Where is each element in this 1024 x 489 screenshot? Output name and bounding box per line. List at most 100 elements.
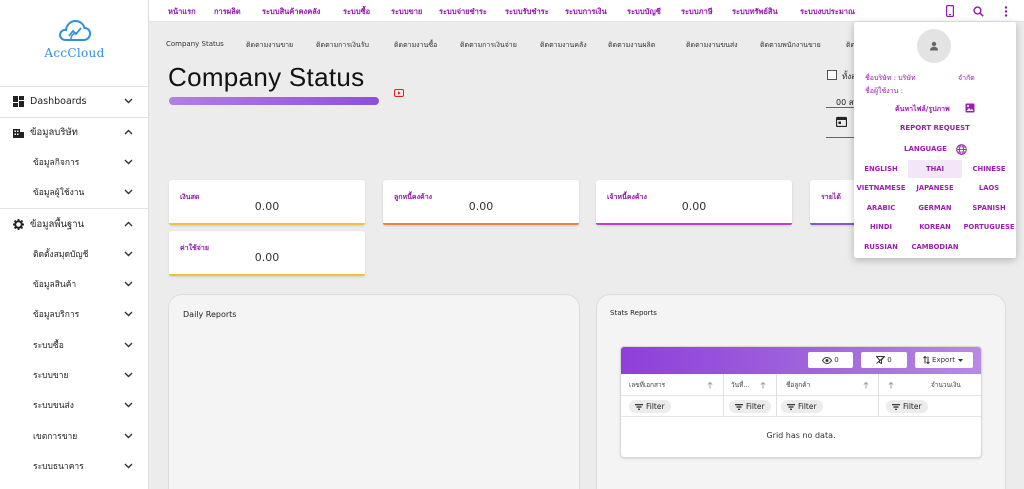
sort-arrow-icon[interactable] [888,382,894,389]
sidebar-item-business-info[interactable]: ข้อมูลกิจการ [0,147,149,177]
nav-tax[interactable]: ระบบภาษี [681,6,713,18]
column-header-amount[interactable]: จำนวนเงิน [931,374,961,396]
kpi-value: 0.00 [254,251,280,264]
avatar[interactable] [917,29,951,63]
chevron-down-icon [123,370,133,380]
sort-arrow-icon[interactable] [760,382,766,389]
tab-track-shipping[interactable]: ติดตามงานขนส่ง [686,40,738,51]
chevron-down-icon [123,461,133,471]
column-header-date[interactable]: วันที่... [731,374,750,396]
language-spanish[interactable]: SPANISH [962,199,1016,217]
language-english[interactable]: ENGLISH [854,160,908,178]
nav-finance[interactable]: ระบบการเงิน [565,6,607,18]
report-request-link[interactable]: REPORT REQUEST [900,124,970,132]
nav-sales[interactable]: ระบบขาย [391,6,422,18]
sort-icon [923,356,930,364]
logo-text: AccCloud [44,46,105,60]
chevron-down-icon [123,187,133,197]
language-portuguese[interactable]: PORTUGUESE [962,218,1016,236]
chevron-down-icon [123,431,133,441]
nav-production[interactable]: การผลิต [214,6,241,18]
filter-label: Filter [746,402,765,411]
sidebar-item-services[interactable]: ข้อมูลบริการ [0,299,149,329]
search-icon[interactable] [971,4,985,18]
language-thai[interactable]: THAI [908,160,962,178]
nav-assets[interactable]: ระบบทรัพย์สิน [732,6,778,18]
sidebar-item-products[interactable]: ข้อมูลสินค้า [0,269,149,299]
sidebar-item-user-info[interactable]: ข้อมูลผู้ใช้งาน [0,177,149,207]
sidebar-item-shipping[interactable]: ระบบขนส่ง [0,390,149,420]
grid-empty-message: Grid has no data. [766,431,836,440]
panel-title: Stats Reports [610,309,657,317]
kpi-card-payables: เจ้าหนี้คงค้าง 0.00 [596,180,792,225]
all-checkbox[interactable] [827,70,837,80]
language-korean[interactable]: KOREAN [908,218,962,236]
export-button[interactable]: Export [915,352,973,368]
sort-arrow-icon[interactable] [707,382,713,389]
company-name: ชื่อบริษัท : บริษัท [865,74,916,82]
nav-purchase[interactable]: ระบบซื้อ [343,6,370,18]
nav-receipt[interactable]: ระบบรับชำระ [505,6,549,18]
kpi-accent-bar [169,274,365,276]
nav-budget[interactable]: ระบบงบประมาณ [800,6,855,18]
visible-columns-button[interactable]: 0 [808,352,853,368]
chevron-up-icon [123,127,133,137]
sort-arrow-icon[interactable] [863,382,869,389]
language-german[interactable]: GERMAN [908,199,962,217]
tab-track-salesperson[interactable]: ติดตามพนักงานขาย [760,40,821,51]
language-arabic[interactable]: ARABIC [854,199,908,217]
chevron-up-icon [123,219,133,229]
page-title: Company Status [168,62,365,92]
filters-button[interactable]: 0 [861,352,907,368]
calendar-icon[interactable] [836,116,847,127]
language-laos[interactable]: LAOS [962,179,1016,197]
tab-track-production[interactable]: ติดตามงานผลิต [608,40,655,51]
sidebar-item-dashboards[interactable]: Dashboards [0,86,149,116]
logo[interactable]: AccCloud [0,0,149,80]
language-cambodian[interactable]: CAMBODIAN [908,238,962,256]
column-header-doc-no[interactable]: เลขที่เอกสาร [629,374,665,396]
sidebar-item-master-data[interactable]: ข้อมูลพื้นฐาน [0,209,149,239]
chevron-down-icon [123,309,133,319]
period-underline [826,107,856,108]
search-profile-link[interactable]: ค้นหาไฟล์/รูปภาพ [895,104,950,115]
language-hindi[interactable]: HINDI [854,218,908,236]
tab-track-payments[interactable]: ติดตามการเงินจ่าย [460,40,517,51]
sidebar-item-bank[interactable]: ระบบธนาคาร [0,451,149,481]
tab-track-sales[interactable]: ติดตามงานขาย [246,40,293,51]
sidebar-item-label: เขตการขาย [33,432,78,442]
tab-track-warehouse[interactable]: ติดตามงานคลัง [540,40,587,51]
sidebar-item-sales-area[interactable]: เขตการขาย [0,421,149,451]
nav-inventory[interactable]: ระบบสินค้าคงคลัง [262,6,320,18]
nav-accounting[interactable]: ระบบบัญชี [627,6,661,18]
phone-icon[interactable] [943,4,957,18]
language-label: LANGUAGE [904,145,947,153]
chevron-down-icon [123,279,133,289]
more-vert-icon[interactable] [999,4,1013,18]
tab-company-status[interactable]: Company Status [166,40,224,48]
tab-track-purchase[interactable]: ติดตามงานซื้อ [394,40,437,51]
chevron-down-icon [123,340,133,350]
column-header-customer[interactable]: ชื่อลูกค้า [786,374,810,396]
tab-track-receipts[interactable]: ติดตามการเงินรับ [316,40,369,51]
image-icon[interactable] [965,103,975,113]
visible-count: 0 [834,356,839,364]
language-vietnamese[interactable]: VIETNAMESE [854,179,908,197]
filter-chip-doc-no[interactable]: Filter [629,400,671,413]
language-russian[interactable]: RUSSIAN [854,238,908,256]
language-japanese[interactable]: JAPANESE [908,179,962,197]
sidebar-item-label: ระบบซื้อ [33,341,64,351]
filter-chip-amount[interactable]: Filter [886,400,928,413]
language-chinese[interactable]: CHINESE [962,160,1016,178]
sidebar-item-purchase[interactable]: ระบบซื้อ [0,330,149,360]
filter-chip-customer[interactable]: Filter [781,400,823,413]
sidebar-item-chart-of-accounts[interactable]: ติดตั้งสมุดบัญชี [0,239,149,269]
user-name: ชื่อผู้ใช้งาน : [865,87,903,95]
filter-chip-date[interactable]: Filter [729,400,771,413]
video-icon[interactable] [394,89,404,97]
globe-icon [956,144,967,155]
sidebar-item-company[interactable]: ข้อมูลบริษัท [0,117,149,147]
nav-home[interactable]: หน้าแรก [168,6,196,18]
nav-payment[interactable]: ระบบจ่ายชำระ [439,6,487,18]
sidebar-item-sales[interactable]: ระบบขาย [0,360,149,390]
